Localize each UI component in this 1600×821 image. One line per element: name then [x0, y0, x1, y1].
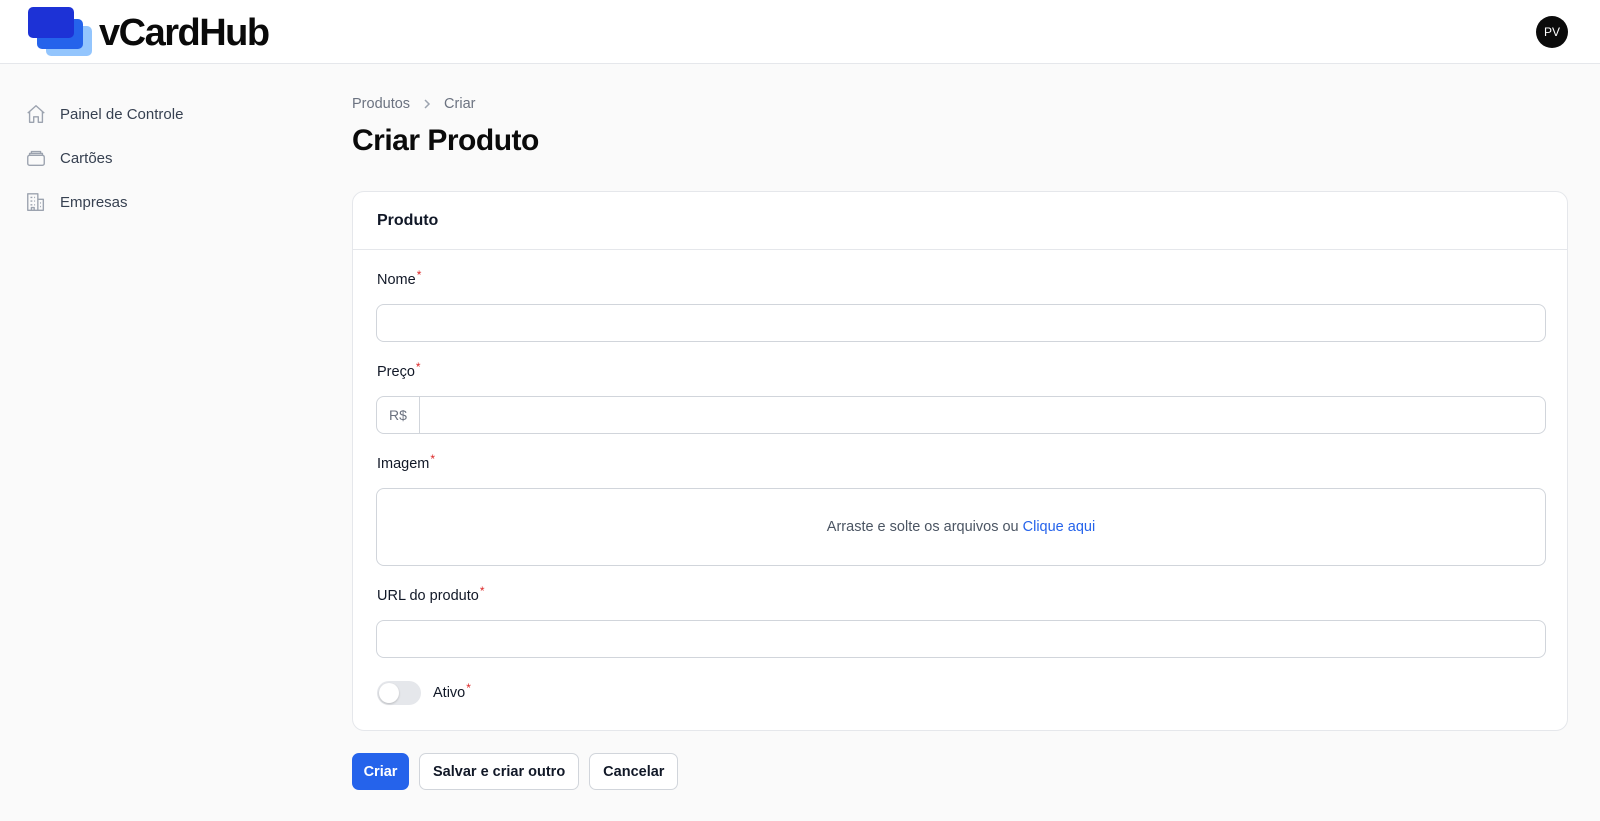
required-mark: *	[416, 268, 422, 282]
dropzone-browse-link[interactable]: Clique aqui	[1023, 519, 1096, 535]
required-mark: *	[466, 681, 471, 695]
sidebar-item-empresas[interactable]: Empresas	[24, 188, 324, 216]
url-field-wrapper	[376, 620, 1546, 658]
sidebar: Painel de Controle Cartões Empresas	[24, 100, 324, 232]
product-form-card: Produto Nome* Preço* R$ Imagem* Arraste …	[352, 191, 1568, 731]
form-actions: Criar Salvar e criar outro Cancelar	[352, 753, 688, 790]
breadcrumb: Produtos Criar	[352, 96, 475, 112]
ativo-toggle[interactable]	[377, 681, 421, 705]
nome-label: Nome*	[377, 268, 422, 288]
save-and-create-another-button[interactable]: Salvar e criar outro	[419, 753, 580, 790]
chevron-right-icon	[421, 98, 433, 110]
top-bar: vCardHub PV	[0, 0, 1600, 64]
ativo-row: Ativo*	[377, 681, 471, 705]
sidebar-item-label: Painel de Controle	[60, 105, 184, 123]
preco-input[interactable]	[420, 397, 1545, 433]
ativo-label: Ativo*	[433, 681, 471, 701]
page-title: Criar Produto	[352, 124, 539, 157]
url-label: URL do produto*	[377, 584, 485, 604]
sidebar-item-cartoes[interactable]: Cartões	[24, 144, 324, 172]
currency-prefix: R$	[377, 397, 420, 433]
section-title: Produto	[353, 192, 1567, 250]
preco-label: Preço*	[377, 360, 421, 380]
app-logo[interactable]: vCardHub	[27, 6, 270, 58]
toggle-knob	[379, 683, 399, 703]
building-icon	[24, 190, 48, 214]
logo-cards-icon	[27, 6, 95, 58]
sidebar-item-painel[interactable]: Painel de Controle	[24, 100, 324, 128]
breadcrumb-current: Criar	[444, 96, 476, 112]
sidebar-item-label: Empresas	[60, 193, 128, 211]
required-mark: *	[415, 360, 421, 374]
app-name: vCardHub	[99, 11, 270, 54]
cancel-button[interactable]: Cancelar	[589, 753, 679, 790]
nome-field-wrapper	[376, 304, 1546, 342]
create-button[interactable]: Criar	[352, 753, 409, 790]
user-avatar[interactable]: PV	[1536, 16, 1568, 48]
sidebar-item-label: Cartões	[60, 149, 113, 167]
cards-icon	[24, 146, 48, 170]
image-dropzone[interactable]: Arraste e solte os arquivos ou Clique aq…	[376, 488, 1546, 566]
breadcrumb-link-produtos[interactable]: Produtos	[352, 96, 410, 112]
nome-input[interactable]	[377, 305, 1545, 341]
home-icon	[24, 102, 48, 126]
imagem-label: Imagem*	[377, 452, 436, 472]
dropzone-text: Arraste e solte os arquivos ou	[826, 519, 1019, 535]
required-mark: *	[430, 452, 436, 466]
url-input[interactable]	[377, 621, 1545, 657]
preco-field-wrapper: R$	[376, 396, 1546, 434]
required-mark: *	[479, 584, 485, 598]
